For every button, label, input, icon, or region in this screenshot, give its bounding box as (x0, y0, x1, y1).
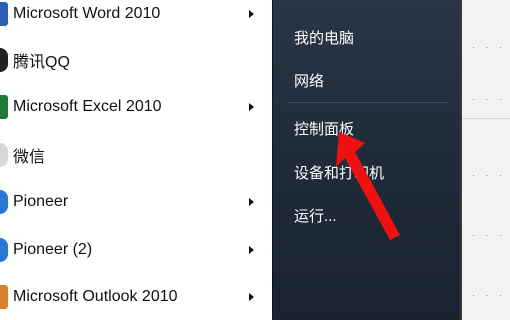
annotation-arrow-icon (336, 132, 400, 240)
annotation-arrow-shape (336, 132, 400, 240)
